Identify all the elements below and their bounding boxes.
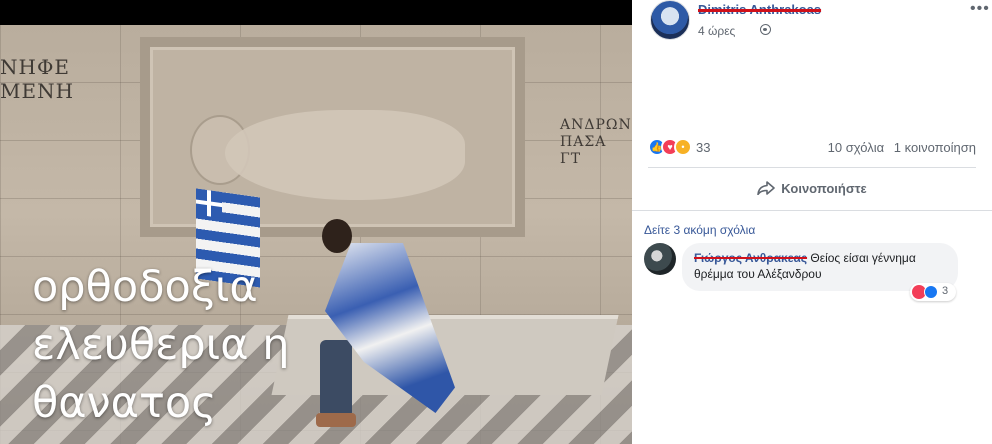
post-header: Dimitris Anthrakoas 4 ώρες ••• <box>648 0 990 44</box>
engraving-left: ΝΗΦΕ ΜΕΝΗ <box>0 55 75 103</box>
comments-section: Δείτε 3 ακόμη σχόλια Γιώργος Ανθρακεας Θ… <box>632 210 992 444</box>
caption-line: θανατος <box>32 378 217 428</box>
engagement-counts: 10 σχόλια 1 κοινοποίηση <box>822 140 976 155</box>
post-side-panel: Dimitris Anthrakoas 4 ώρες ••• 👍 ♥ • 33 … <box>632 0 992 444</box>
wow-reaction-icon: • <box>674 138 692 156</box>
commenter-avatar[interactable] <box>644 243 676 275</box>
shares-count-link[interactable]: 1 κοινοποίηση <box>894 140 976 155</box>
more-icon[interactable]: ••• <box>970 0 990 18</box>
caption-line: ελευθερια η <box>32 320 290 370</box>
engraving-right: ΑΝΔΡΩΝ ΠΑΣΑ ΓΤ <box>560 117 632 168</box>
caption-line: ορθοδοξια <box>32 262 258 312</box>
view-more-comments-link[interactable]: Δείτε 3 ακόμη σχόλια <box>644 223 755 237</box>
engraving-line: ΠΑΣΑ ΓΤ <box>560 134 607 167</box>
reaction-count: 33 <box>696 140 711 155</box>
divider <box>648 167 976 168</box>
author-avatar[interactable] <box>650 0 690 40</box>
comment-author[interactable]: Γιώργος Ανθρακεας <box>694 251 807 265</box>
share-icon <box>757 181 776 195</box>
globe-icon <box>760 24 771 35</box>
post-photo[interactable]: ΝΗΦΕ ΜΕΝΗ ΑΝΔΡΩΝ ΠΑΣΑ ΓΤ ορθοδοξια ελευθ… <box>0 0 632 444</box>
engraving-line: ΑΝΔΡΩΝ <box>560 117 632 133</box>
comment-reactions[interactable]: 3 <box>910 283 956 301</box>
photo-caption: ορθοδοξια ελευθερια η θανατος <box>32 258 332 432</box>
man-head <box>322 219 352 253</box>
flag-cross <box>196 188 222 219</box>
author-name[interactable]: Dimitris Anthrakoas <box>698 2 821 17</box>
share-button[interactable]: Κοινοποιήστε <box>648 172 976 204</box>
share-label: Κοινοποιήστε <box>781 180 867 196</box>
comments-count-link[interactable]: 10 σχόλια <box>828 140 884 155</box>
post-time[interactable]: 4 ώρες <box>698 24 735 38</box>
like-reaction-icon <box>924 285 938 299</box>
post-stats: 👍 ♥ • 33 10 σχόλια 1 κοινοποίηση <box>648 138 976 158</box>
engraving-line: ΝΗΦΕ <box>0 55 70 79</box>
comment-reaction-count: 3 <box>942 285 949 297</box>
engraving-line: ΜΕΝΗ <box>0 79 75 103</box>
